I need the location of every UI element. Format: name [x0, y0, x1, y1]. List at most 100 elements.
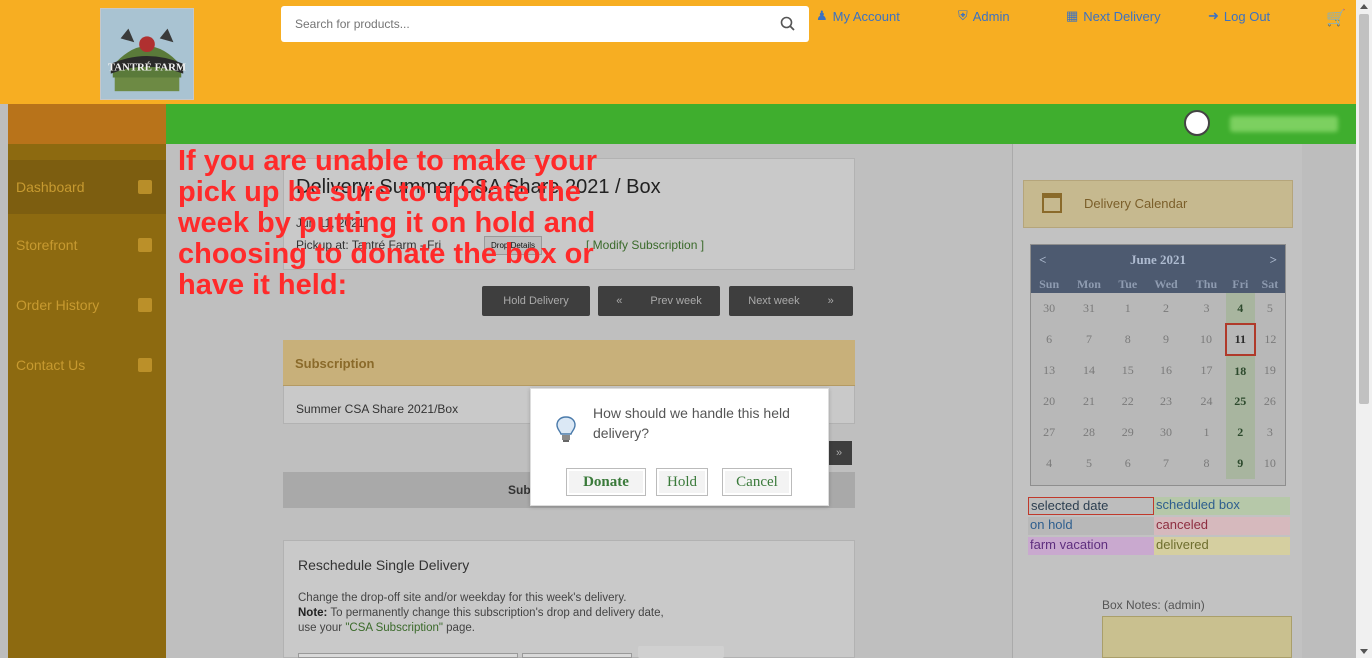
box-notes-field[interactable]: [1102, 616, 1292, 658]
calendar-day-scheduled[interactable]: 18: [1225, 355, 1255, 386]
sidebar-item-order-history[interactable]: Order History: [8, 278, 166, 332]
calendar-day[interactable]: 3: [1255, 417, 1285, 448]
calendar-day[interactable]: 27: [1031, 417, 1067, 448]
weekday: Mon: [1067, 275, 1111, 293]
calendar-day[interactable]: 17: [1187, 355, 1226, 386]
calendar-day[interactable]: 16: [1145, 355, 1187, 386]
calendar-day[interactable]: 12: [1255, 324, 1285, 355]
calendar-day-selected[interactable]: 11: [1224, 323, 1256, 356]
line3-suffix: page.: [442, 622, 475, 634]
scroll-down-arrow-icon[interactable]: [1360, 649, 1368, 654]
calendar-icon: ▦: [1066, 8, 1079, 23]
scrollbar-thumb[interactable]: [1359, 14, 1369, 404]
reschedule-site-select[interactable]: [298, 653, 518, 658]
csa-subscription-link[interactable]: "CSA Subscription": [345, 622, 443, 634]
donate-button[interactable]: Donate: [566, 468, 646, 496]
calendar-day[interactable]: 1: [1187, 417, 1226, 448]
calendar-day[interactable]: 29: [1111, 417, 1145, 448]
weekday: Sun: [1031, 275, 1068, 293]
calendar-day[interactable]: 22: [1111, 386, 1145, 417]
sidebar-item-label: Storefront: [16, 237, 78, 253]
page-scrollbar[interactable]: [1356, 0, 1372, 658]
hold-button[interactable]: Hold: [656, 468, 708, 496]
calendar-day[interactable]: 30: [1145, 417, 1187, 448]
calendar-day[interactable]: 10: [1187, 324, 1226, 355]
calendar-day-scheduled[interactable]: 2: [1225, 417, 1255, 448]
calendar-day[interactable]: 26: [1255, 386, 1285, 417]
calendar-day[interactable]: 5: [1255, 293, 1285, 324]
search-input[interactable]: [281, 17, 761, 31]
reschedule-line3: use your "CSA Subscription" page.: [298, 621, 768, 636]
reschedule-submit-button[interactable]: [638, 646, 724, 658]
calendar-day[interactable]: 30: [1031, 293, 1067, 324]
calendar-day[interactable]: 6: [1111, 448, 1145, 479]
calendar-day[interactable]: 20: [1031, 386, 1067, 417]
calendar-day[interactable]: 15: [1111, 355, 1145, 386]
calendar-day-scheduled[interactable]: 25: [1225, 386, 1255, 417]
next-arrow-icon: »: [827, 295, 834, 307]
calendar-day[interactable]: 3: [1187, 293, 1226, 324]
farm-logo[interactable]: TANTRÉ FARM: [100, 8, 194, 100]
logout-link[interactable]: ➜ Log Out: [1208, 8, 1270, 24]
search-icon[interactable]: [779, 15, 797, 33]
subscription-heading: Subscription: [295, 356, 375, 371]
calendar-week: 30 31 1 2 3 4 5: [1031, 293, 1285, 324]
calendar-day[interactable]: 14: [1067, 355, 1110, 386]
sidebar-item-label: Dashboard: [16, 179, 85, 195]
scroll-up-arrow-icon[interactable]: [1360, 4, 1368, 9]
calendar-day[interactable]: 28: [1067, 417, 1110, 448]
calendar-day[interactable]: 31: [1067, 293, 1110, 324]
lightbulb-icon: [556, 416, 576, 442]
calendar-day[interactable]: 2: [1145, 293, 1187, 324]
prev-arrow-icon: «: [616, 295, 623, 307]
calendar-day[interactable]: 23: [1145, 386, 1187, 417]
logout-icon: ➜: [1208, 8, 1219, 23]
avatar-icon[interactable]: [1184, 110, 1210, 136]
sidebar-item-contact-us[interactable]: Contact Us: [8, 338, 166, 392]
delivery-calendar-card[interactable]: Delivery Calendar: [1023, 180, 1293, 228]
subscription-row: Summer CSA Share 2021/Box: [296, 402, 459, 416]
reschedule-day-select[interactable]: [522, 653, 632, 658]
delivery-calendar-label: Delivery Calendar: [1084, 196, 1188, 211]
calendar-day[interactable]: 8: [1187, 448, 1226, 479]
calendar-next-button[interactable]: >: [1270, 252, 1277, 268]
sidebar-item-storefront[interactable]: Storefront: [8, 218, 166, 272]
calendar-day[interactable]: 6: [1031, 324, 1067, 355]
calendar-day[interactable]: 10: [1255, 448, 1285, 479]
note-text: To permanently change this subscription'…: [327, 607, 664, 619]
logo-text: TANTRÉ FARM: [108, 62, 186, 74]
calendar-day[interactable]: 21: [1067, 386, 1110, 417]
calendar-day[interactable]: 4: [1031, 448, 1067, 479]
calendar-grid: Sun Mon Tue Wed Thu Fri Sat 30 31 1 2 3 …: [1031, 275, 1285, 479]
calendar-day[interactable]: 7: [1145, 448, 1187, 479]
calendar-day[interactable]: 13: [1031, 355, 1067, 386]
legend-scheduled-box: scheduled box: [1154, 497, 1290, 515]
next-delivery-link[interactable]: ▦ Next Delivery: [1066, 8, 1161, 24]
cart-icon[interactable]: 🛒: [1326, 8, 1346, 28]
calendar-day-scheduled[interactable]: 9: [1225, 448, 1255, 479]
calendar-day[interactable]: 9: [1145, 324, 1187, 355]
expand-arrow-button[interactable]: »: [826, 441, 852, 465]
sidebar-item-dashboard[interactable]: Dashboard: [8, 160, 166, 214]
held-delivery-dialog: How should we handle this held delivery?…: [530, 388, 829, 506]
admin-link[interactable]: ⛨ Admin: [958, 8, 1010, 24]
calendar-day[interactable]: 24: [1187, 386, 1226, 417]
subscription-header: Subscription: [283, 340, 855, 386]
store-icon: [138, 238, 152, 252]
calendar-day[interactable]: 1: [1111, 293, 1145, 324]
line3-prefix: use your: [298, 622, 346, 634]
calendar-day[interactable]: 7: [1067, 324, 1110, 355]
user-icon: ♟: [816, 8, 828, 23]
calendar-day[interactable]: 5: [1067, 448, 1110, 479]
reschedule-title: Reschedule Single Delivery: [298, 557, 470, 573]
calendar-day[interactable]: 8: [1111, 324, 1145, 355]
next-week-button[interactable]: Next week »: [729, 286, 853, 316]
subscription-bar-label: Sub: [508, 483, 531, 497]
calendar-day[interactable]: 19: [1255, 355, 1285, 386]
calendar-day-scheduled[interactable]: 4: [1225, 293, 1255, 324]
my-account-link[interactable]: ♟ My Account: [816, 8, 900, 24]
calendar-prev-button[interactable]: <: [1039, 252, 1046, 268]
calendar-week: 6 7 8 9 10 11 12: [1031, 323, 1285, 356]
prev-week-button[interactable]: « Prev week: [598, 286, 720, 316]
cancel-button[interactable]: Cancel: [722, 468, 792, 496]
